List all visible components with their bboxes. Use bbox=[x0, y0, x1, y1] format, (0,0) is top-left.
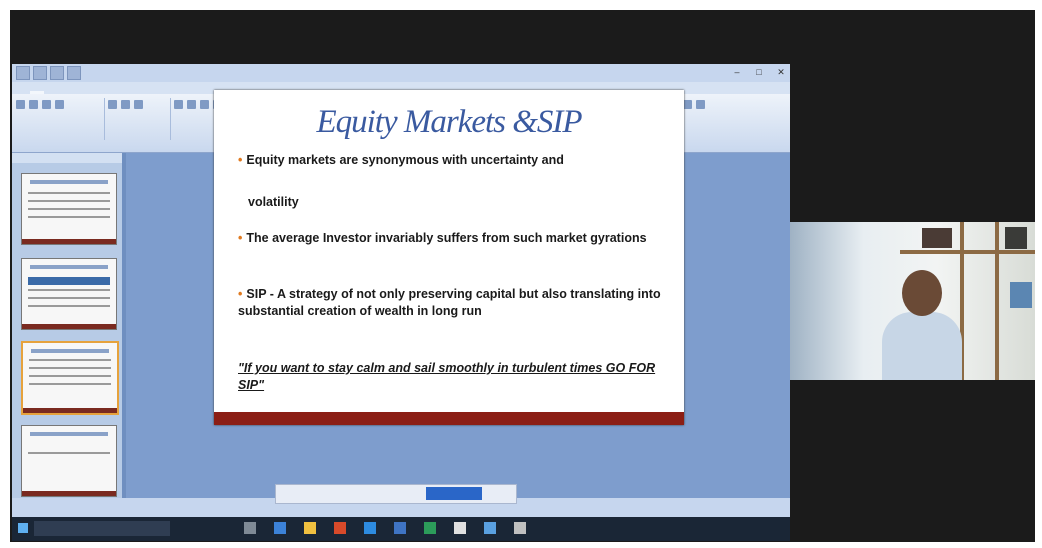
file-explorer-icon[interactable] bbox=[304, 522, 316, 534]
zoom-icon[interactable] bbox=[364, 522, 376, 534]
bullet-continuation: volatility bbox=[248, 195, 299, 209]
slide-thumbnail[interactable] bbox=[21, 425, 117, 497]
mail-icon[interactable] bbox=[484, 522, 496, 534]
taskbar bbox=[12, 517, 790, 541]
maximize-icon[interactable]: □ bbox=[748, 66, 770, 79]
word-icon[interactable] bbox=[394, 522, 406, 534]
ribbon-group-slides bbox=[106, 98, 171, 140]
slide-thumbnail[interactable] bbox=[21, 258, 117, 330]
slides-pane bbox=[12, 153, 122, 498]
copy-icon[interactable] bbox=[42, 100, 51, 109]
slide-thumbnail[interactable] bbox=[21, 173, 117, 245]
bold-icon[interactable] bbox=[174, 100, 183, 109]
new-slide-icon[interactable] bbox=[108, 100, 117, 109]
app-icon[interactable] bbox=[514, 522, 526, 534]
app-logo-icon[interactable] bbox=[16, 66, 30, 80]
save-icon[interactable] bbox=[33, 66, 47, 80]
slide-title: Equity Markets &SIP bbox=[316, 104, 582, 140]
underline-icon[interactable] bbox=[200, 100, 209, 109]
bullet-marker-icon: • bbox=[238, 231, 243, 245]
task-view-icon[interactable] bbox=[244, 522, 256, 534]
app-icon[interactable] bbox=[454, 522, 466, 534]
participant-video[interactable] bbox=[790, 222, 1035, 380]
reset-icon[interactable] bbox=[134, 100, 143, 109]
minimize-icon[interactable]: – bbox=[726, 66, 748, 79]
pane-tabs[interactable] bbox=[12, 153, 122, 163]
shelf bbox=[900, 250, 1035, 254]
slide-canvas[interactable]: Equity Markets &SIP • Equity markets are … bbox=[214, 90, 684, 425]
slide-thumbnail-selected[interactable] bbox=[21, 341, 119, 415]
cut-icon[interactable] bbox=[29, 100, 38, 109]
close-icon[interactable]: ✕ bbox=[770, 66, 790, 79]
italic-icon[interactable] bbox=[187, 100, 196, 109]
picture-frame bbox=[1010, 282, 1032, 308]
stop-sharing-button[interactable] bbox=[426, 487, 482, 500]
format-painter-icon[interactable] bbox=[55, 100, 64, 109]
person-body bbox=[882, 312, 962, 380]
bullet-marker-icon: • bbox=[238, 153, 243, 167]
picture-frame bbox=[922, 228, 952, 248]
screen-share-notification bbox=[275, 484, 517, 504]
slide-quote: "If you want to stay calm and sail smoot… bbox=[238, 361, 656, 392]
bullet-item: • The average Investor invariably suffers… bbox=[238, 231, 647, 245]
powerpoint-icon[interactable] bbox=[334, 522, 346, 534]
picture-frame bbox=[1005, 227, 1027, 249]
search-icon[interactable] bbox=[34, 521, 170, 536]
bullet-marker-icon: • bbox=[238, 287, 243, 301]
slide-footer-bar bbox=[214, 412, 684, 425]
select-icon[interactable] bbox=[696, 100, 705, 109]
redo-icon[interactable] bbox=[67, 66, 81, 80]
title-bar: – □ ✕ bbox=[12, 64, 790, 82]
edge-icon[interactable] bbox=[274, 522, 286, 534]
excel-icon[interactable] bbox=[424, 522, 436, 534]
replace-icon[interactable] bbox=[683, 100, 692, 109]
shelf bbox=[995, 222, 999, 380]
bullet-item: • Equity markets are synonymous with unce… bbox=[238, 153, 564, 167]
bullet-item: • SIP - A strategy of not only preserving… bbox=[238, 287, 661, 318]
person-head bbox=[902, 270, 942, 316]
windows-start-icon[interactable] bbox=[18, 523, 28, 533]
ribbon-group-clipboard bbox=[14, 98, 105, 140]
paste-icon[interactable] bbox=[16, 100, 25, 109]
layout-icon[interactable] bbox=[121, 100, 130, 109]
undo-icon[interactable] bbox=[50, 66, 64, 80]
